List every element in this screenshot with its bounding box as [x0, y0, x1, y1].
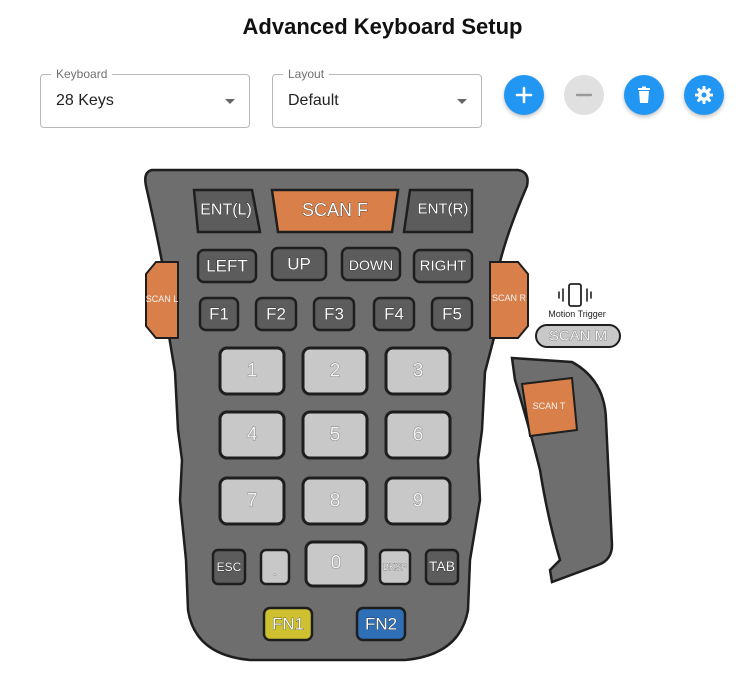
key-f4[interactable]: F4 [372, 296, 416, 332]
key-6[interactable]: 6 [384, 410, 452, 460]
key-fn1[interactable]: FN1 [262, 606, 314, 642]
key-8[interactable]: 8 [301, 476, 369, 526]
key-fn2[interactable]: FN2 [355, 606, 407, 642]
key-up[interactable]: UP [270, 246, 328, 282]
key-dot-label: . [273, 563, 277, 580]
key-down-label: DOWN [349, 257, 393, 273]
key-ent-l-label: ENT(L) [200, 202, 252, 219]
key-1-label: 1 [247, 361, 258, 382]
scan-m-label: SCAN M [549, 328, 607, 345]
key-right[interactable]: RIGHT [412, 248, 474, 284]
key-2-label: 2 [330, 361, 341, 382]
motion-trigger-label: Motion Trigger [548, 309, 606, 319]
key-bksp[interactable]: BKSP [378, 548, 412, 586]
key-dot[interactable]: . [259, 548, 291, 586]
key-7-label: 7 [247, 491, 258, 512]
scan-m-button[interactable]: SCAN M [535, 324, 621, 348]
key-7[interactable]: 7 [218, 476, 286, 526]
keyboard-device: SCAN L SCAN R Motion Trigger SCAN M SCAN… [144, 168, 621, 662]
key-left-label: LEFT [206, 257, 248, 276]
key-f5[interactable]: F5 [430, 296, 474, 332]
key-9[interactable]: 9 [384, 476, 452, 526]
key-1[interactable]: 1 [218, 346, 286, 396]
key-3-label: 3 [413, 361, 424, 382]
key-f4-label: F4 [384, 305, 404, 324]
scan-r-button[interactable]: SCAN R [489, 261, 529, 339]
key-4-label: 4 [247, 425, 258, 446]
key-0[interactable]: 0 [304, 540, 368, 588]
key-5-label: 5 [330, 425, 341, 446]
key-scan-f[interactable]: SCAN F [270, 188, 400, 234]
key-f5-label: F5 [442, 305, 462, 324]
key-8-label: 8 [330, 491, 341, 512]
key-f1[interactable]: F1 [198, 296, 240, 332]
key-left[interactable]: LEFT [196, 248, 258, 284]
key-fn1-label: FN1 [272, 615, 304, 634]
key-scan-f-label: SCAN F [302, 200, 368, 220]
key-f3[interactable]: F3 [312, 296, 356, 332]
key-up-label: UP [287, 255, 311, 274]
key-down[interactable]: DOWN [340, 246, 402, 282]
motion-trigger-icon [558, 283, 592, 307]
key-f3-label: F3 [324, 305, 344, 324]
key-fn2-label: FN2 [365, 615, 397, 634]
key-bksp-label: BKSP [383, 562, 407, 572]
key-2[interactable]: 2 [301, 346, 369, 396]
scan-l-button[interactable]: SCAN L [145, 261, 179, 339]
scan-t-label: SCAN T [533, 401, 566, 411]
key-9-label: 9 [413, 491, 424, 512]
key-5[interactable]: 5 [301, 410, 369, 460]
key-tab[interactable]: TAB [424, 548, 460, 586]
key-ent-r-label: ENT(R) [418, 201, 469, 218]
key-f2[interactable]: F2 [254, 296, 298, 332]
key-f2-label: F2 [266, 305, 286, 324]
key-esc-label: ESC [217, 560, 242, 574]
key-0-label: 0 [331, 553, 342, 574]
scan-t-button[interactable]: SCAN T [520, 376, 579, 438]
scan-l-label: SCAN L [146, 294, 179, 304]
key-3[interactable]: 3 [384, 346, 452, 396]
scan-r-label: SCAN R [492, 293, 527, 303]
key-f1-label: F1 [209, 305, 229, 324]
key-ent-r[interactable]: ENT(R) [402, 188, 474, 234]
key-right-label: RIGHT [420, 258, 467, 275]
key-esc[interactable]: ESC [211, 548, 247, 586]
key-ent-l[interactable]: ENT(L) [192, 188, 262, 234]
key-6-label: 6 [413, 425, 424, 446]
key-tab-label: TAB [429, 558, 455, 574]
key-4[interactable]: 4 [218, 410, 286, 460]
